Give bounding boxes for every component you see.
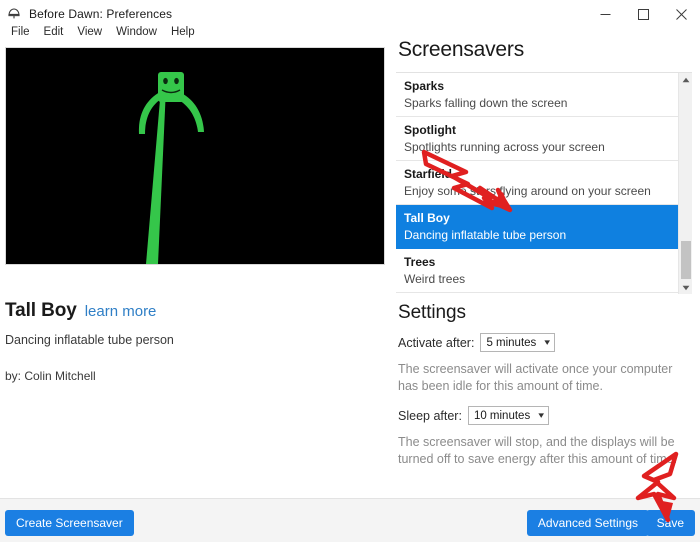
activate-after-value: 5 minutes	[486, 336, 537, 349]
list-item-name: Spotlight	[404, 123, 456, 137]
list-item[interactable]: Sparks Sparks falling down the screen	[396, 73, 678, 117]
screensavers-heading: Screensavers	[398, 38, 524, 61]
list-item-selected[interactable]: Tall Boy Dancing inflatable tube person	[396, 205, 678, 249]
activate-after-help: The screensaver will activate once your …	[398, 362, 673, 393]
sleep-after-row: Sleep after: 10 minutes ▾	[398, 406, 692, 425]
detail-description: Dancing inflatable tube person	[5, 333, 174, 347]
activate-after-label: Activate after:	[398, 335, 475, 350]
lamp-icon	[6, 6, 22, 22]
tube-person-figure	[138, 72, 204, 264]
list-item[interactable]: Spotlight Spotlights running across your…	[396, 117, 678, 161]
list-item-description: Dancing inflatable tube person	[404, 228, 567, 242]
scrollbar-thumb[interactable]	[681, 241, 691, 279]
list-item-name: Starfield	[404, 167, 453, 181]
chevron-down-icon[interactable]	[679, 281, 692, 294]
list-item[interactable]: Starfield Enjoy some stars flying around…	[396, 161, 678, 205]
sleep-after-label: Sleep after:	[398, 408, 462, 423]
settings-heading: Settings	[398, 302, 466, 323]
list-item[interactable]: Trees Weird trees	[396, 249, 678, 293]
detail-author: by: Colin Mitchell	[5, 369, 96, 383]
learn-more-link[interactable]: learn more	[85, 303, 157, 320]
activate-after-select[interactable]: 5 minutes ▾	[480, 333, 555, 352]
activate-after-row: Activate after: 5 minutes ▾	[398, 333, 692, 352]
sleep-after-value: 10 minutes	[473, 409, 531, 422]
list-item-description: Enjoy some stars flying around on your s…	[404, 184, 651, 198]
menu-item-edit[interactable]: Edit	[37, 23, 71, 41]
screensaver-preview	[5, 47, 385, 265]
sleep-after-select[interactable]: 10 minutes ▾	[467, 406, 549, 425]
preferences-window: Before Dawn: Preferences File Edit View …	[0, 0, 700, 542]
chevron-down-icon: ▾	[544, 337, 551, 347]
chevron-up-icon[interactable]	[679, 73, 692, 87]
sleep-after-help: The screensaver will stop, and the displ…	[398, 435, 678, 466]
menu-item-file[interactable]: File	[4, 23, 37, 41]
save-button[interactable]: Save	[645, 510, 695, 536]
menu-item-view[interactable]: View	[70, 23, 109, 41]
list-item-description: Sparks falling down the screen	[404, 96, 568, 110]
detail-name: Tall Boy	[5, 300, 77, 321]
list-scrollbar[interactable]	[678, 73, 692, 294]
list-item-name: Trees	[404, 255, 436, 269]
list-item-name: Sparks	[404, 79, 445, 93]
chevron-down-icon: ▾	[538, 410, 545, 420]
screensavers-panel: Screensavers Sparks Sparks falling down …	[396, 38, 692, 294]
screensavers-list: Sparks Sparks falling down the screen Sp…	[396, 72, 692, 294]
detail-title-row: Tall Boy learn more	[5, 300, 385, 322]
list-item-description: Weird trees	[404, 272, 466, 286]
screensaver-detail: Tall Boy learn more Dancing inflatable t…	[5, 300, 385, 383]
screensavers-list-viewport: Sparks Sparks falling down the screen Sp…	[396, 73, 678, 294]
menu-item-help[interactable]: Help	[164, 23, 202, 41]
list-item-name: Tall Boy	[404, 211, 450, 225]
advanced-settings-button[interactable]: Advanced Settings	[526, 510, 649, 536]
create-screensaver-button[interactable]: Create Screensaver	[5, 510, 134, 536]
menu-item-window[interactable]: Window	[109, 23, 164, 41]
settings-panel: Settings Activate after: 5 minutes ▾ The…	[396, 302, 692, 468]
list-item-description: Spotlights running across your screen	[404, 140, 605, 154]
